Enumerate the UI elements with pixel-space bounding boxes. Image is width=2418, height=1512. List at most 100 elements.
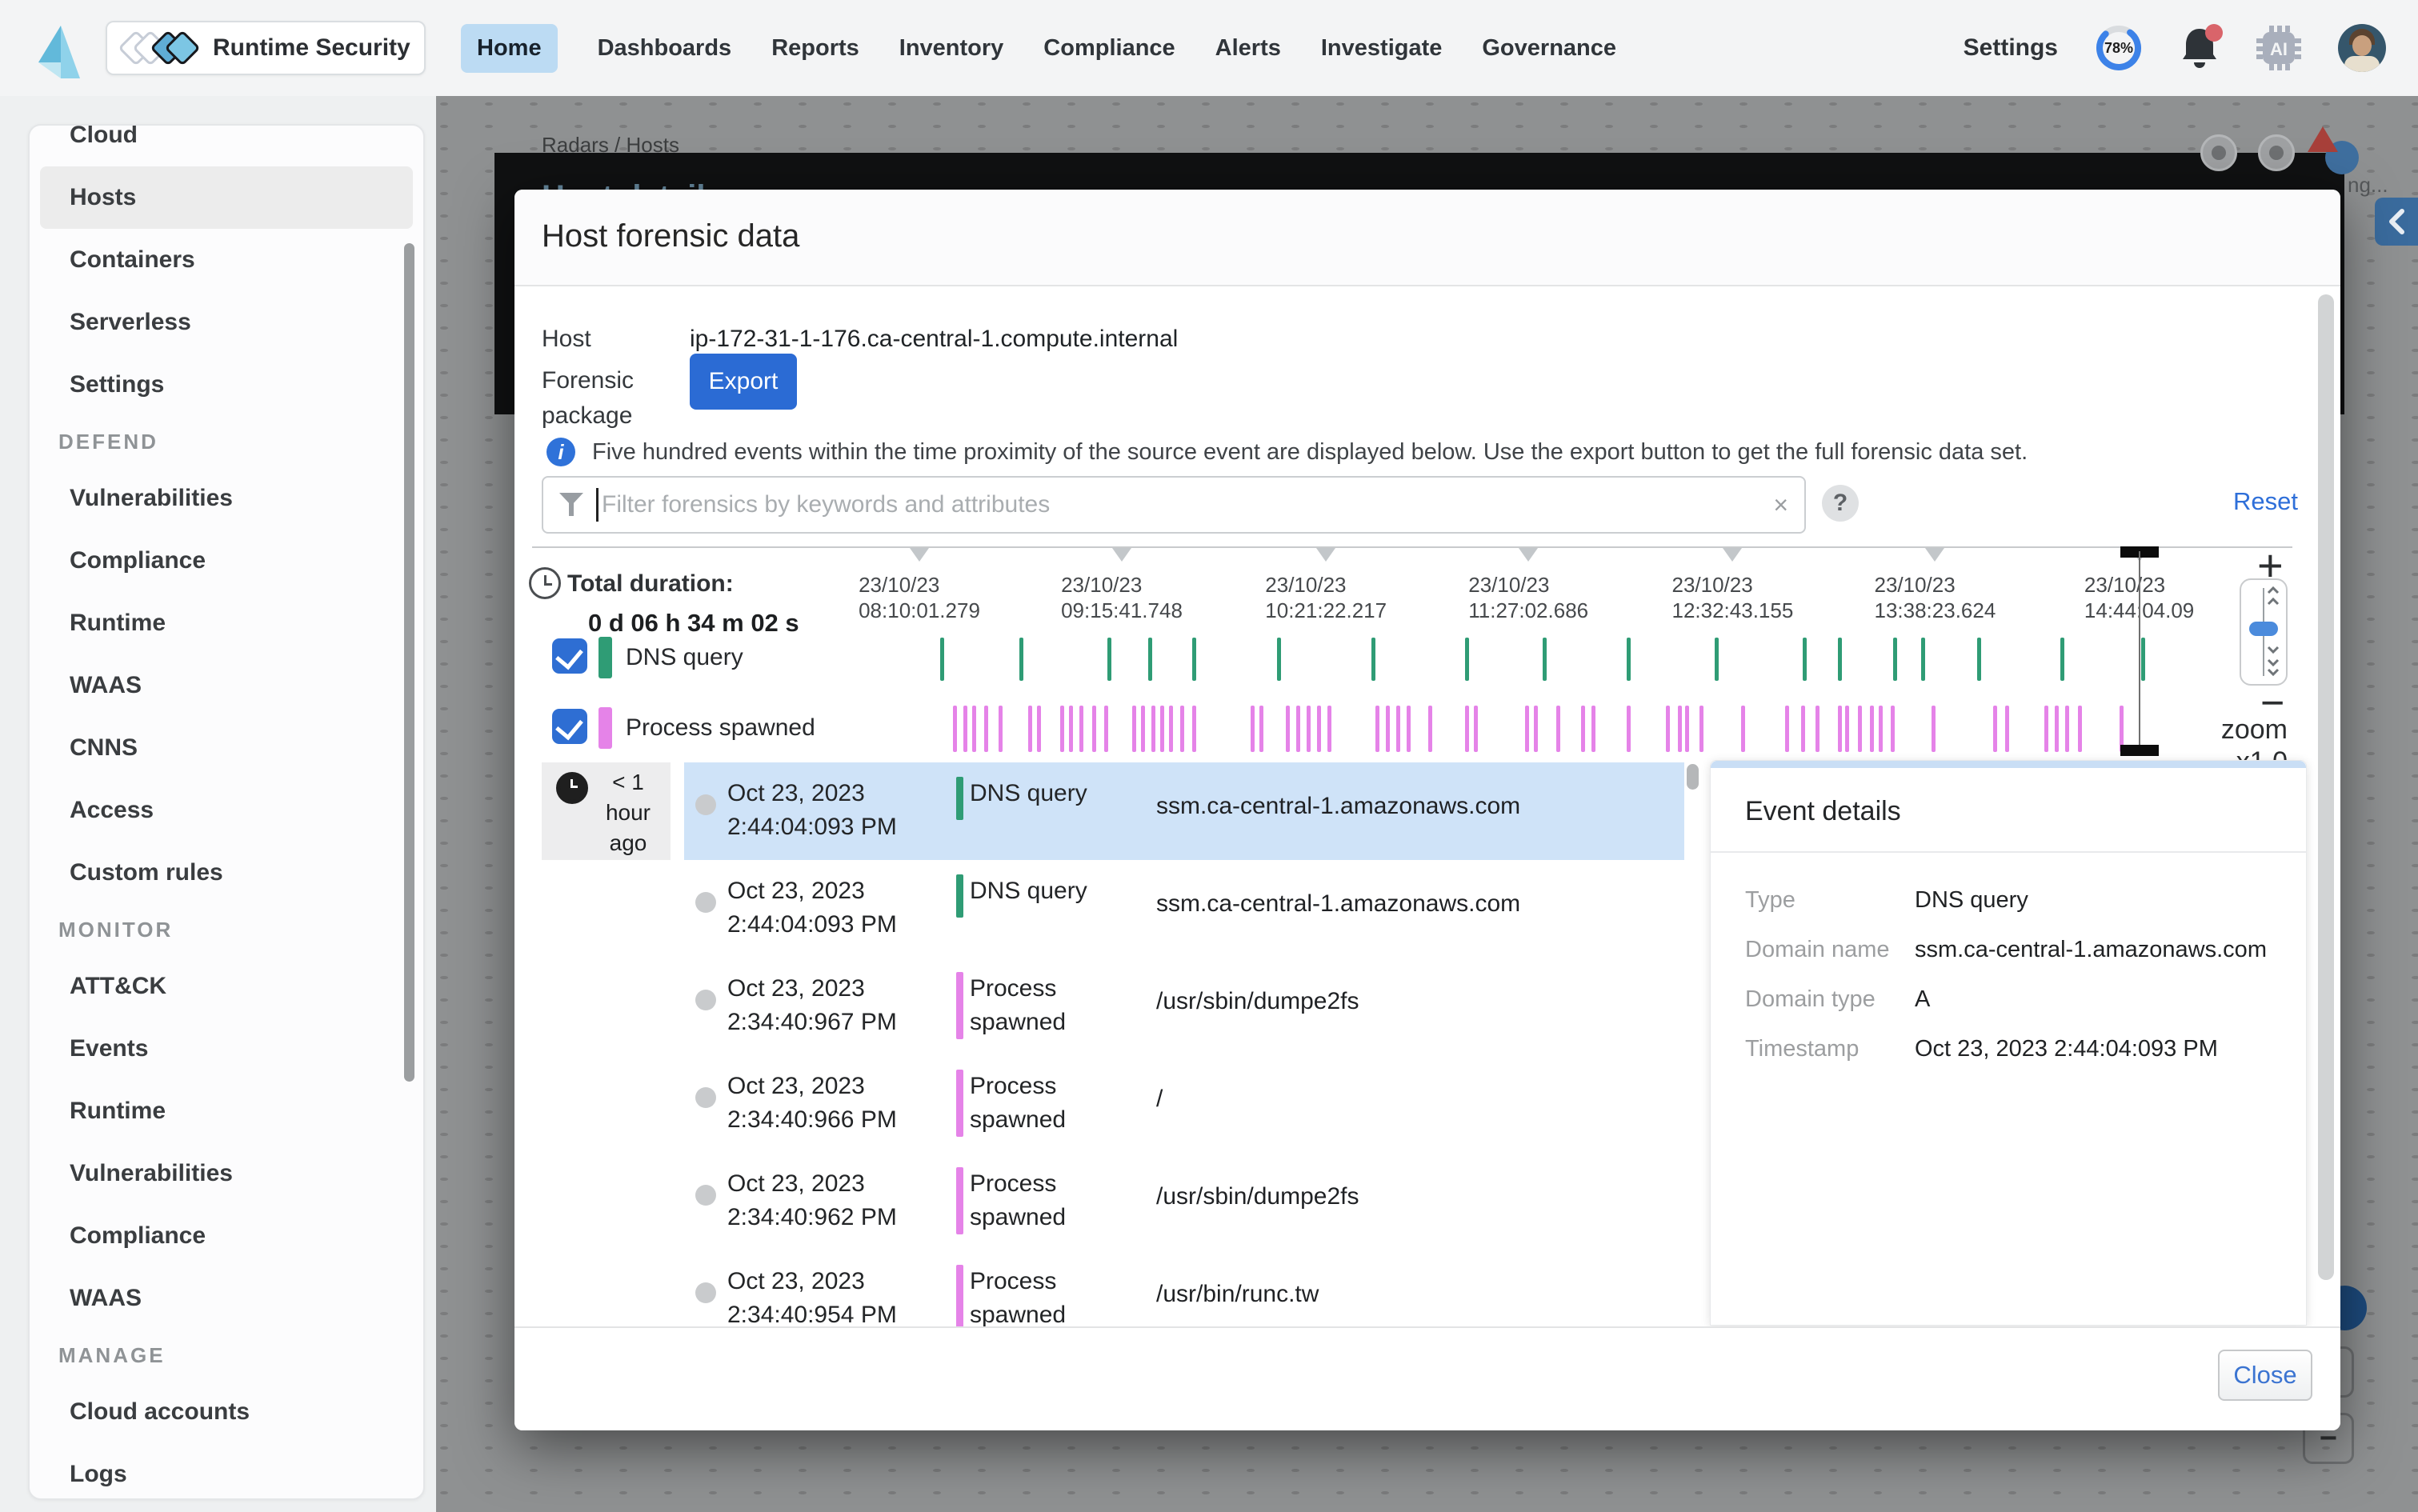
type-color-bar [956,972,963,1039]
product-switcher-label: Runtime Security [213,34,410,62]
nav-item-investigate[interactable]: Investigate [1321,35,1443,62]
type-color-bar [956,1265,963,1332]
timeline-tick [2078,706,2082,752]
sidebar-item-cnns[interactable]: CNNS [30,717,423,779]
timeline-zoom-slider[interactable] [2240,578,2288,686]
sidebar-item-cloud-accounts[interactable]: Cloud accounts [30,1381,423,1443]
timeline-tick [1037,706,1041,752]
timeline-tick [1685,706,1689,752]
timeline-tick [1816,706,1820,752]
sidebar-section-manage: MANAGE [30,1330,423,1381]
ai-assistant-icon[interactable]: AI [2256,26,2301,70]
axis-label: 23/10/2313:38:23.624 [1874,572,1996,623]
axis-marker [1316,548,1335,562]
timeline-tick [1428,706,1432,752]
sidebar-item-access[interactable]: Access [30,779,423,842]
event-row[interactable]: Oct 23, 20232:34:40:967 PM Process spawn… [684,958,1684,1055]
nav-item-governance[interactable]: Governance [1482,35,1616,62]
alert-triangle-icon [2308,126,2338,152]
nav-item-reports[interactable]: Reports [771,35,859,62]
sidebar-item-attck[interactable]: ATT&CK [30,955,423,1018]
event-list-scrollbar[interactable] [1687,764,1699,790]
nav-item-compliance[interactable]: Compliance [1043,35,1175,62]
truncated-status-text: ng... [2348,173,2388,198]
help-icon[interactable]: ? [1822,485,1859,522]
event-dot-icon [695,1087,716,1108]
filter-input[interactable] [602,491,1773,518]
process-spawned-checkbox[interactable] [552,709,587,744]
event-value: /usr/sbin/dumpe2fs [1156,1183,1359,1210]
process-spawned-label: Process spawned [626,714,815,742]
sidebar-scrollbar[interactable] [404,243,414,1082]
type-color-bar [956,874,963,918]
sidebar-item-runtime[interactable]: Runtime [30,592,423,654]
timeline-tick [2005,706,2009,752]
product-switcher[interactable]: Runtime Security [106,21,426,75]
modal-scrollbar[interactable] [2318,294,2334,1280]
avatar-shirt [2344,56,2380,72]
sidebar-item-compliance[interactable]: Compliance [30,530,423,592]
sidebar-item-hosts[interactable]: Hosts [40,166,413,229]
sidebar-item-custom-rules[interactable]: Custom rules [30,842,423,904]
forensic-package-label-line1: Forensic [542,367,634,394]
sidebar-item-compliance-monitor[interactable]: Compliance [30,1205,423,1267]
event-timestamp: Oct 23, 20232:34:40:966 PM [727,1070,943,1137]
event-timestamp: Oct 23, 20232:34:40:967 PM [727,972,943,1039]
sidebar-item-logs[interactable]: Logs [30,1443,423,1500]
nav-item-home[interactable]: Home [461,24,558,73]
sidebar-item-cloud[interactable]: Cloud [30,124,423,166]
sidebar-item-waas-monitor[interactable]: WAAS [30,1267,423,1330]
notifications-bell-icon[interactable] [2180,26,2220,70]
dns-query-checkbox[interactable] [552,638,587,674]
collapse-panel-button[interactable] [2375,198,2418,246]
event-value: ssm.ca-central-1.amazonaws.com [1156,890,1520,918]
background-action-icon [2258,134,2295,171]
timeline-tick [1169,706,1173,752]
event-type: Process spawned [956,972,1132,1039]
main-nav: Home Dashboards Reports Inventory Compli… [461,24,1616,73]
close-button[interactable]: Close [2218,1350,2312,1401]
timeline-tick [1286,706,1290,752]
sidebar-item-waas[interactable]: WAAS [30,654,423,717]
event-row[interactable]: Oct 23, 20232:34:40:966 PM Process spawn… [684,1055,1684,1153]
sidebar-item-settings[interactable]: Settings [30,354,423,416]
timeline-brush[interactable] [2120,546,2159,756]
detail-row-domain-name: Domain name ssm.ca-central-1.amazonaws.c… [1745,937,2273,963]
clear-filter-icon[interactable]: × [1773,490,1788,520]
event-details-panel: Event details Type DNS query Domain name… [1710,760,2307,1326]
nav-item-inventory[interactable]: Inventory [899,35,1004,62]
nav-item-alerts[interactable]: Alerts [1215,35,1281,62]
timeline-tick [1879,706,1883,752]
settings-link[interactable]: Settings [1964,34,2058,62]
user-avatar[interactable] [2338,24,2386,72]
dns-query-label: DNS query [626,644,743,671]
sidebar-item-vulnerabilities[interactable]: Vulnerabilities [30,467,423,530]
top-navigation-bar: Runtime Security Home Dashboards Reports… [0,0,2418,96]
axis-label: 23/10/2311:27:02.686 [1468,572,1588,623]
timeline-tick [1666,706,1670,752]
event-type: Process spawned [956,1070,1132,1137]
timeline-tick [1556,706,1560,752]
export-button[interactable]: Export [690,354,797,410]
event-value: / [1156,1086,1163,1113]
event-row-selected[interactable]: Oct 23, 20232:44:04:093 PM DNS query ssm… [684,762,1684,860]
timeline-tick [1160,706,1164,752]
sidebar-item-vulnerabilities-monitor[interactable]: Vulnerabilities [30,1142,423,1205]
sidebar-item-events[interactable]: Events [30,1018,423,1080]
event-type: Process spawned [956,1265,1132,1332]
timeline-tick [1192,638,1196,681]
event-row[interactable]: Oct 23, 20232:34:40:962 PM Process spawn… [684,1153,1684,1250]
timeline-tick [1307,706,1311,752]
sidebar-item-runtime-monitor[interactable]: Runtime [30,1080,423,1142]
timeline-tick [1838,638,1842,681]
credits-progress-ring[interactable]: 78% [2095,24,2143,72]
brush-handle-bottom[interactable] [2120,745,2159,756]
progress-percent-label: 78% [2095,24,2143,72]
sidebar-item-serverless[interactable]: Serverless [30,291,423,354]
reset-link[interactable]: Reset [2233,487,2298,516]
timeline-tick [1993,706,1997,752]
nav-item-dashboards[interactable]: Dashboards [598,35,732,62]
event-row[interactable]: Oct 23, 20232:44:04:093 PM DNS query ssm… [684,860,1684,958]
sidebar-item-containers[interactable]: Containers [30,229,423,291]
event-dot-icon [695,1282,716,1303]
